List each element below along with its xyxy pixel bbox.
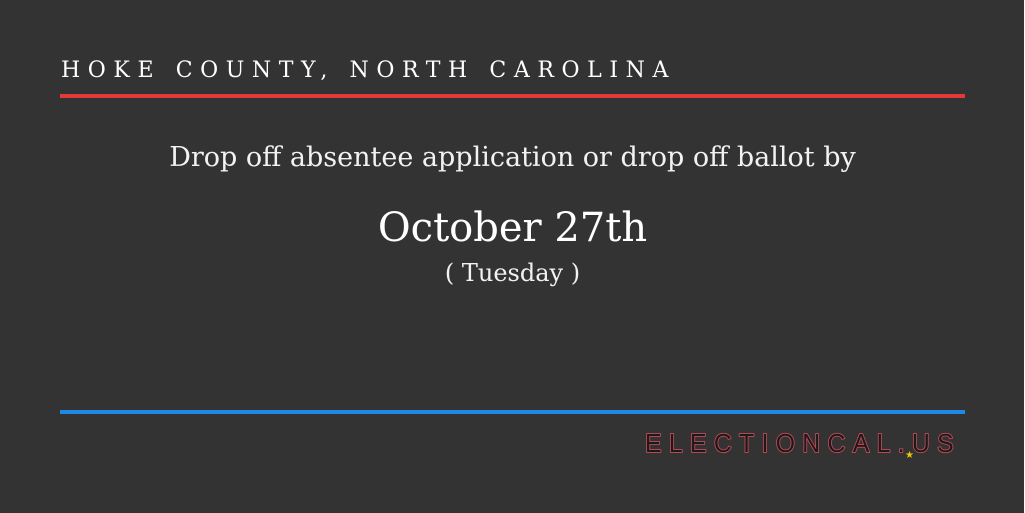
bottom-divider — [60, 410, 965, 414]
deadline-instruction: Drop off absentee application or drop of… — [169, 142, 856, 173]
county-title: HOKE COUNTY, NORTH CAROLINA — [61, 58, 676, 83]
electioncal-star-icon: ★ — [905, 450, 914, 460]
deadline-weekday: ( Tuesday ) — [444, 259, 581, 287]
electioncal-logo: ELECTIONCAL.US ★ — [645, 428, 954, 460]
top-divider — [60, 94, 965, 98]
deadline-date: October 27th — [377, 205, 648, 251]
